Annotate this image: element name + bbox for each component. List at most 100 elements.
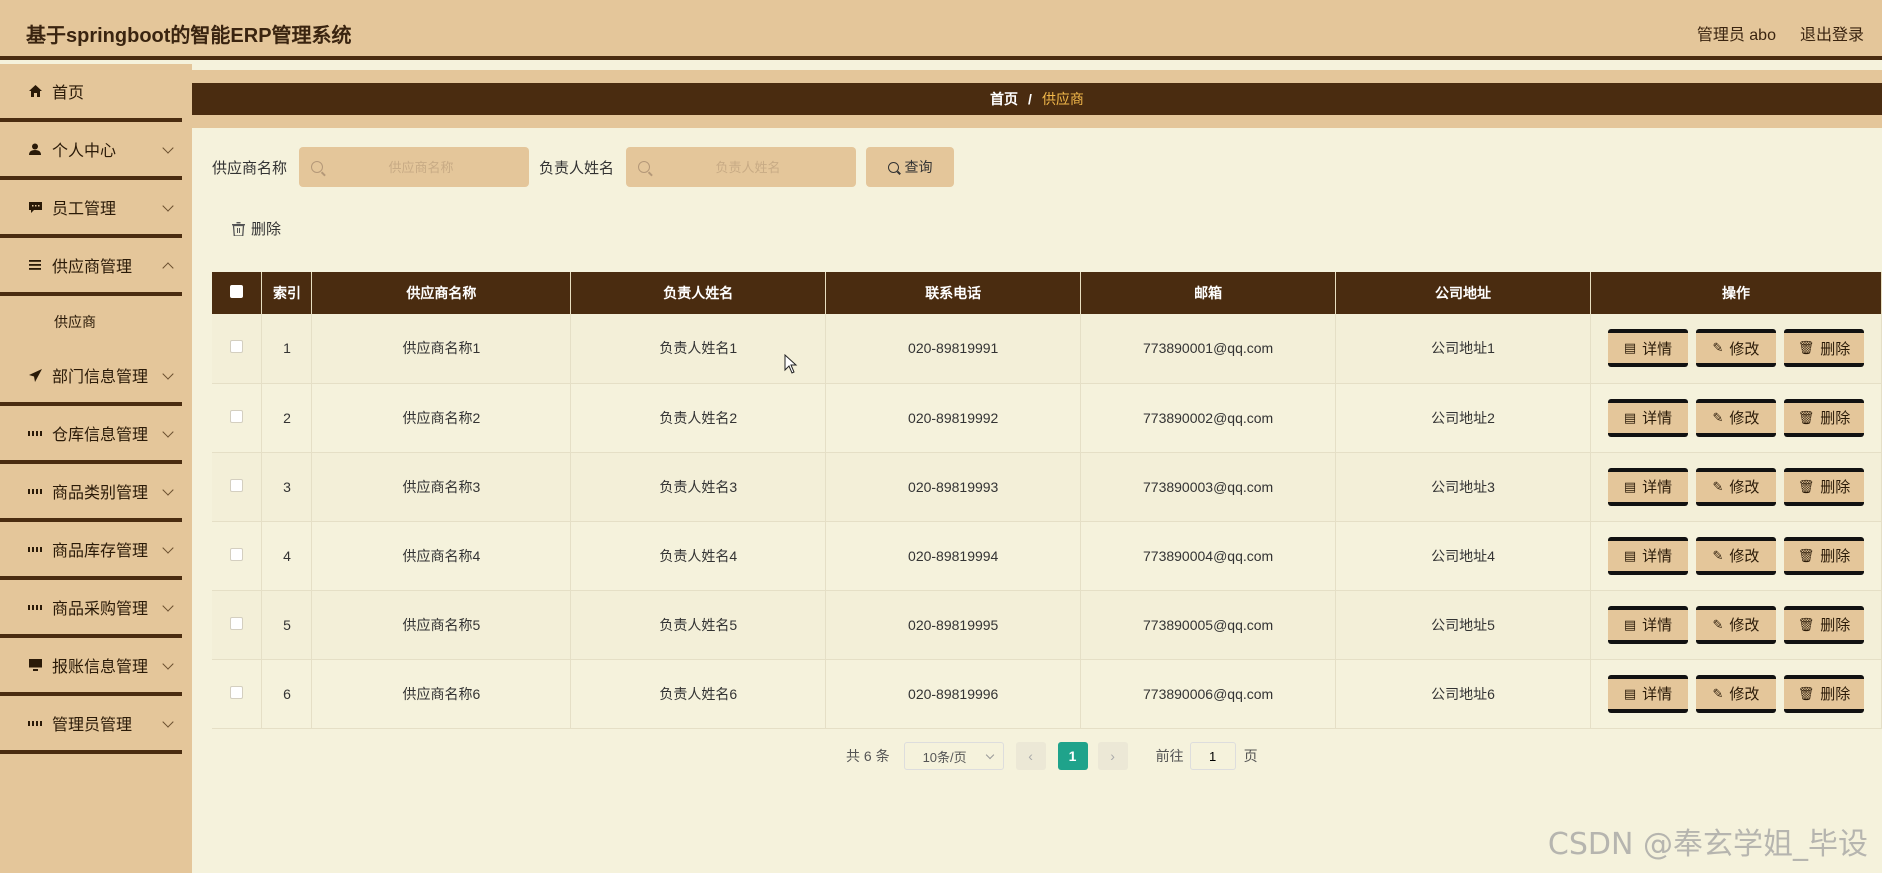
sidebar-item-supplier-mgmt[interactable]: 供应商管理 <box>0 238 182 296</box>
edit-button[interactable]: ✎ 修改 <box>1695 605 1776 644</box>
supplier-name-input[interactable] <box>331 159 512 175</box>
detail-button[interactable]: ▤ 详情 <box>1607 674 1688 713</box>
supplier-name-cell: 供应商名称6 <box>311 659 572 729</box>
sidebar-item-category[interactable]: 商品类别管理 <box>0 464 182 522</box>
row-checkbox[interactable] <box>230 547 244 561</box>
index-cell: 5 <box>261 590 313 660</box>
grid-icon <box>28 542 42 556</box>
chevron-down-icon <box>162 542 174 554</box>
table-row: 6 供应商名称6 负责人姓名6 020-89819996 773890006@qq.co… <box>212 659 1882 729</box>
column-header: 索引 <box>261 272 313 314</box>
next-page-button[interactable]: › <box>1097 742 1128 770</box>
column-header: 供应商名称 <box>311 272 572 314</box>
goto-label: 前往 <box>1155 748 1184 764</box>
detail-label: 详情 <box>1642 340 1673 358</box>
row-checkbox[interactable] <box>230 340 244 354</box>
logout-link[interactable]: 退出登录 <box>1800 21 1864 45</box>
index-cell: 6 <box>261 659 313 729</box>
address-cell: 公司地址1 <box>1335 314 1591 384</box>
email-cell: 773890004@qq.com <box>1080 521 1337 591</box>
delete-button[interactable]: 🗑 删除 <box>1783 329 1864 368</box>
edit-button[interactable]: ✎ 修改 <box>1695 674 1776 713</box>
row-checkbox[interactable] <box>230 685 244 699</box>
person-name-input[interactable] <box>658 159 839 175</box>
sidebar-item-label: 部门信息管理 <box>52 369 149 386</box>
delete-button[interactable]: 🗑 删除 <box>1783 398 1864 437</box>
document-icon: ▤ <box>1623 340 1637 356</box>
sidebar-item-staff[interactable]: 员工管理 <box>0 180 182 238</box>
grid-icon <box>28 484 42 498</box>
detail-label: 详情 <box>1642 479 1673 496</box>
column-header: 邮箱 <box>1080 272 1337 314</box>
delete-button[interactable]: 🗑 删除 <box>1783 674 1864 713</box>
supplier-table: 索引 供应商名称 负责人姓名 联系电话 邮箱 公司地址 操作 1 供应商名称1 负责… <box>212 272 1882 729</box>
sidebar-item-home[interactable]: 首页 <box>0 64 182 122</box>
mouse-cursor-icon <box>784 354 798 374</box>
sidebar-item-label: 个人中心 <box>52 143 117 160</box>
column-header: 联系电话 <box>825 272 1082 314</box>
select-all-checkbox[interactable] <box>230 285 244 298</box>
person-name-field[interactable] <box>626 147 857 187</box>
breadcrumb-home[interactable]: 首页 <box>990 89 1018 109</box>
supplier-name-field[interactable] <box>299 147 530 187</box>
edit-button[interactable]: ✎ 修改 <box>1695 398 1776 437</box>
email-cell: 773890005@qq.com <box>1080 590 1337 660</box>
delete-button[interactable]: 🗑 删除 <box>1783 536 1864 575</box>
sidebar-item-admins[interactable]: 管理员管理 <box>0 696 182 754</box>
row-select-cell <box>212 314 263 384</box>
sidebar-subitem-supplier[interactable]: 供应商 <box>0 296 192 348</box>
edit-icon: ✎ <box>1712 616 1724 632</box>
page-suffix: 页 <box>1243 748 1258 764</box>
goto-page-input[interactable] <box>1189 742 1236 770</box>
supplier-name-cell: 供应商名称4 <box>311 521 572 591</box>
edit-label: 修改 <box>1729 548 1760 565</box>
document-icon: ▤ <box>1623 478 1637 494</box>
page-size-value: 10条/页 <box>922 749 967 765</box>
row-checkbox[interactable] <box>230 409 244 423</box>
admin-user-label[interactable]: 管理员 abo <box>1697 21 1776 45</box>
sidebar-item-warehouse[interactable]: 仓库信息管理 <box>0 406 182 464</box>
sidebar-item-expense[interactable]: 报账信息管理 <box>0 638 182 696</box>
detail-label: 详情 <box>1642 686 1673 703</box>
document-icon: ▤ <box>1623 616 1637 632</box>
page-number-button[interactable]: 1 <box>1057 742 1088 770</box>
edit-button[interactable]: ✎ 修改 <box>1695 536 1776 575</box>
edit-icon: ✎ <box>1712 409 1724 425</box>
delete-button[interactable]: 🗑 删除 <box>1783 605 1864 644</box>
detail-button[interactable]: ▤ 详情 <box>1607 605 1688 644</box>
prev-page-button[interactable]: ‹ <box>1015 742 1046 770</box>
address-cell: 公司地址4 <box>1335 521 1591 591</box>
query-button[interactable]: 查询 <box>866 147 955 187</box>
detail-button[interactable]: ▤ 详情 <box>1607 536 1688 575</box>
sidebar-item-label: 首页 <box>52 85 85 102</box>
column-header: 负责人姓名 <box>570 272 827 314</box>
address-cell: 公司地址3 <box>1335 452 1591 522</box>
delete-label: 删除 <box>1820 340 1851 358</box>
delete-button[interactable]: 🗑 删除 <box>1783 467 1864 506</box>
grid-icon <box>28 716 42 730</box>
chevron-down-icon <box>162 368 174 380</box>
detail-button[interactable]: ▤ 详情 <box>1607 398 1688 437</box>
person-name-cell: 负责人姓名2 <box>570 383 827 453</box>
detail-button[interactable]: ▤ 详情 <box>1607 467 1688 506</box>
column-header: 公司地址 <box>1335 272 1591 314</box>
trash-icon: 🗑 <box>1797 340 1815 356</box>
edit-button[interactable]: ✎ 修改 <box>1695 329 1776 368</box>
edit-button[interactable]: ✎ 修改 <box>1695 467 1776 506</box>
sidebar-item-department[interactable]: 部门信息管理 <box>0 348 182 406</box>
table-row: 2 供应商名称2 负责人姓名2 020-89819992 773890002@qq.co… <box>212 383 1882 453</box>
table-header-row: 索引 供应商名称 负责人姓名 联系电话 邮箱 公司地址 操作 <box>212 272 1882 314</box>
index-cell: 2 <box>261 383 313 453</box>
sidebar-item-profile[interactable]: 个人中心 <box>0 122 182 180</box>
sidebar-item-purchase[interactable]: 商品采购管理 <box>0 580 182 638</box>
phone-cell: 020-89819996 <box>825 659 1082 729</box>
row-checkbox[interactable] <box>230 478 244 492</box>
page-size-select[interactable]: 10条/页 <box>903 742 1004 770</box>
sidebar-item-label: 商品采购管理 <box>52 601 149 618</box>
address-cell: 公司地址6 <box>1335 659 1591 729</box>
sidebar: 首页 个人中心 员工管理 供应商管理 供应商 部门信息管理 仓库信息管理 商品类… <box>0 64 192 873</box>
detail-button[interactable]: ▤ 详情 <box>1607 329 1688 368</box>
row-checkbox[interactable] <box>230 616 244 630</box>
sidebar-item-inventory[interactable]: 商品库存管理 <box>0 522 182 580</box>
batch-delete-button[interactable]: 删除 <box>232 218 281 239</box>
